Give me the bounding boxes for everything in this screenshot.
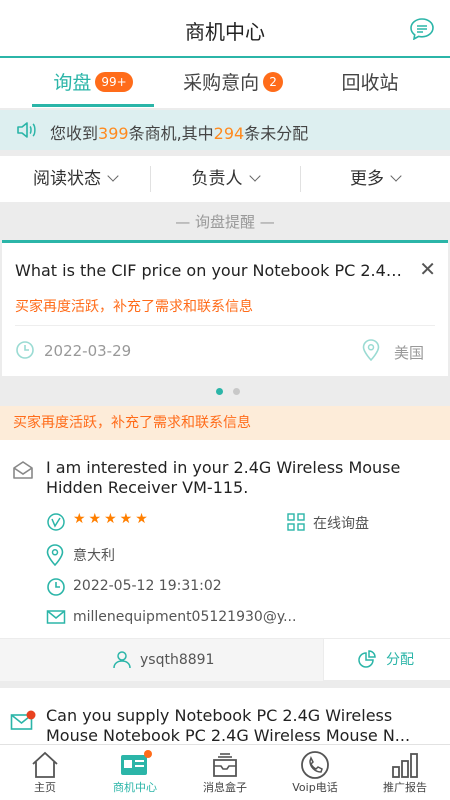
reminder-card[interactable]: What is the CIF price on your Notebook P… [2, 240, 448, 376]
close-icon[interactable]: ✕ [419, 257, 436, 281]
tab-purchase-intent-badge: 2 [263, 71, 283, 92]
notice-total: 399 [98, 124, 129, 143]
notice-text: 您收到399条商机,其中294条未分配 [50, 120, 308, 144]
nav-business-center-label: 商机中心 [113, 781, 157, 794]
assignee-button[interactable]: ysqth8891 [0, 639, 324, 681]
reminder-country: 美国 [393, 344, 424, 362]
reminder-question: What is the CIF price on your Notebook P… [15, 261, 405, 280]
carousel-dot-active[interactable] [216, 388, 223, 395]
reminder-note: 买家再度活跃，补充了需求和联系信息 [15, 299, 253, 315]
app-header: 商机中心 [0, 0, 450, 58]
tab-purchase-intent[interactable]: 采购意向 2 [168, 58, 298, 108]
filter-more-label: 更多 [350, 169, 384, 189]
divider [15, 325, 435, 326]
tab-purchase-intent-label: 采购意向 [183, 72, 260, 94]
grid-icon [287, 513, 305, 531]
chevron-down-icon [107, 170, 119, 182]
inquiry-datetime: 2022-05-12 19:31:02 [73, 578, 222, 594]
inquiry-channel: 在线询盘 [313, 516, 369, 532]
page-title: 商机中心 [185, 20, 265, 44]
clock-icon [16, 341, 34, 359]
inquiry-card[interactable]: I am interested in your 2.4G Wireless Mo… [0, 440, 450, 681]
notice-suffix: 条未分配 [244, 124, 309, 143]
reminder-date: 2022-03-29 [44, 342, 132, 360]
bottom-nav: 主页 商机中心 消息盒子 Voip电话 推广报告 [0, 744, 450, 800]
chat-bubble-icon[interactable] [410, 18, 434, 40]
chevron-down-icon [390, 170, 402, 182]
star-rating: ★★★★★ [73, 511, 151, 527]
carousel-dot[interactable] [233, 388, 240, 395]
filter-more[interactable]: 更多 [300, 156, 450, 202]
mail-icon [46, 610, 66, 624]
home-icon [32, 751, 58, 778]
clock-icon [47, 578, 65, 596]
tab-inquiry-badge: 99+ [95, 71, 133, 92]
nav-voip-phone[interactable]: Voip电话 [270, 745, 360, 800]
nav-voip-phone-label: Voip电话 [292, 781, 338, 794]
mail-open-icon [13, 461, 33, 479]
tab-bar: 询盘 99+ 采购意向 2 回收站 [0, 58, 450, 108]
location-pin-icon [46, 544, 64, 566]
assignee-name: ysqth8891 [140, 652, 215, 668]
mail-unread-icon [10, 710, 36, 730]
inquiry-title: I am interested in your 2.4G Wireless Mo… [46, 458, 401, 497]
nav-home-label: 主页 [34, 781, 56, 794]
level-badge-icon [47, 513, 65, 531]
bar-chart-icon [392, 753, 418, 778]
tab-inquiry[interactable]: 询盘 99+ [32, 58, 154, 108]
location-pin-icon [362, 339, 380, 361]
filter-bar: 阅读状态 负责人 更多 [0, 156, 450, 202]
nav-message-box[interactable]: 消息盒子 [180, 745, 270, 800]
tab-recycle-bin-label: 回收站 [341, 72, 399, 94]
filter-owner-label: 负责人 [191, 169, 243, 189]
tab-inquiry-label: 询盘 [53, 72, 92, 94]
assign-label: 分配 [386, 652, 414, 668]
pie-chart-icon [358, 650, 376, 668]
notice-prefix: 您收到 [50, 124, 99, 143]
reminder-heading: — 询盘提醒 — [175, 213, 275, 231]
nav-business-center[interactable]: 商机中心 [90, 745, 180, 800]
reactivation-banner: 买家再度活跃，补充了需求和联系信息 [0, 406, 450, 440]
inquiry-country: 意大利 [73, 548, 115, 564]
filter-owner[interactable]: 负责人 [150, 156, 300, 202]
message-box-icon [213, 753, 237, 777]
speaker-icon [17, 122, 36, 138]
assign-button[interactable]: 分配 [325, 639, 450, 681]
phone-icon [301, 751, 329, 779]
tab-recycle-bin[interactable]: 回收站 [320, 58, 420, 108]
filter-read-status[interactable]: 阅读状态 [0, 156, 150, 202]
notice-middle: 条商机,其中 [128, 124, 214, 143]
active-tab-indicator [32, 104, 154, 107]
chevron-down-icon [248, 170, 261, 182]
nav-message-box-label: 消息盒子 [203, 781, 247, 794]
inquiry-actions: ysqth8891 分配 [0, 638, 450, 681]
nav-promotion-report-label: 推广报告 [383, 781, 427, 794]
filter-read-status-label: 阅读状态 [33, 169, 101, 189]
inquiry-email: millenequipment05121930@y... [73, 609, 297, 625]
notice-bar: 您收到399条商机,其中294条未分配 [0, 110, 450, 150]
inquiry-card[interactable]: Can you supply Notebook PC 2.4G Wireless… [0, 688, 450, 744]
business-card-icon [121, 750, 152, 775]
nav-promotion-report[interactable]: 推广报告 [360, 745, 450, 800]
notice-unassigned: 294 [213, 124, 245, 143]
user-icon [113, 651, 131, 669]
inquiry-title: Can you supply Notebook PC 2.4G Wireless… [46, 706, 411, 744]
nav-home[interactable]: 主页 [0, 745, 90, 800]
